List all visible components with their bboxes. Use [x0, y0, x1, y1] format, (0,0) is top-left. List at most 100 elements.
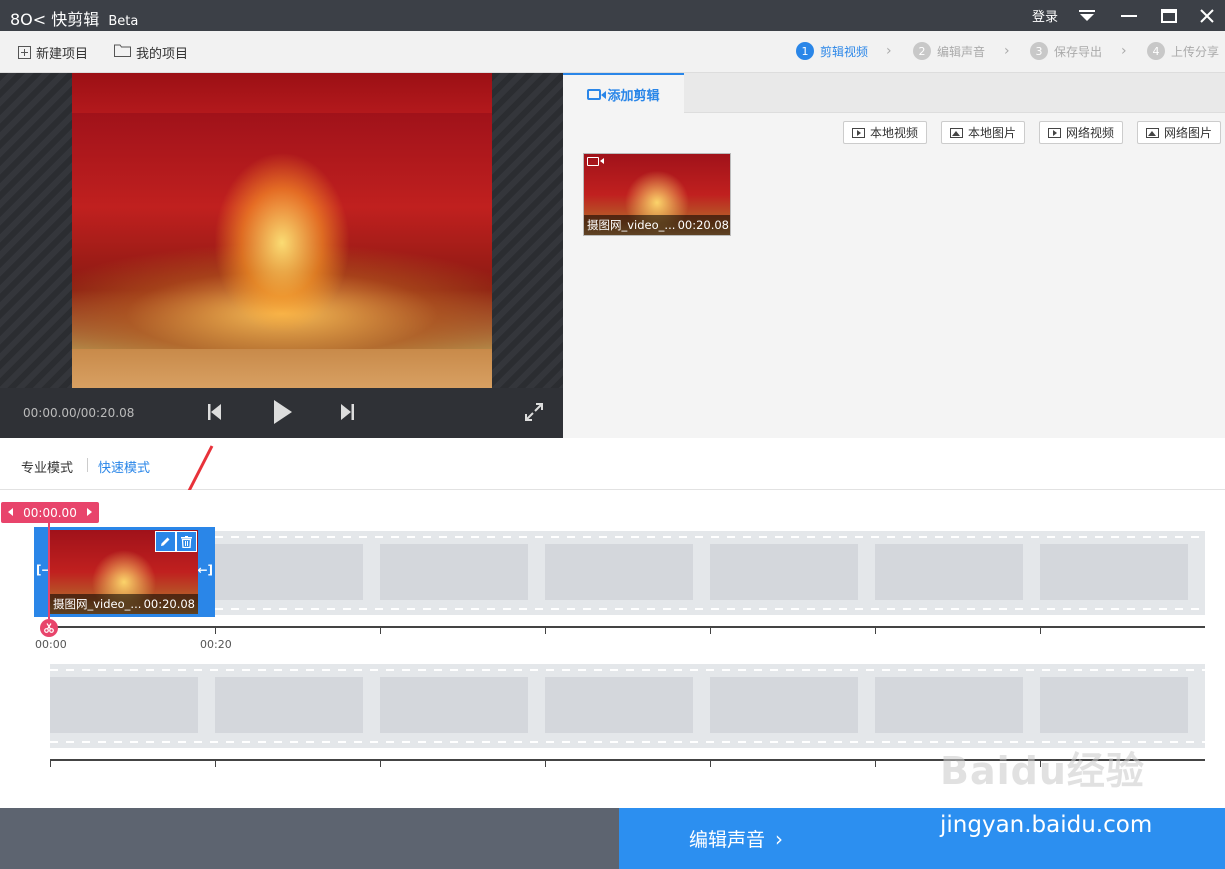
step-label: 编辑声音	[937, 44, 986, 59]
bottom-bar: 编辑声音 ›	[0, 808, 1225, 869]
step-upload-share[interactable]: 4 上传分享	[1147, 42, 1219, 60]
time-label: 00:00	[35, 638, 67, 651]
video-camera-icon	[587, 157, 604, 166]
playhead-position-badge[interactable]: 00:00.00	[1, 502, 99, 523]
login-button[interactable]: 登录	[1030, 0, 1060, 31]
step-number: 4	[1147, 42, 1165, 60]
source-label: 网络图片	[1164, 126, 1213, 140]
tab-fast-mode[interactable]: 快速模式	[98, 457, 150, 476]
brand-mark: 8O<	[10, 10, 47, 29]
clip-name: 摄图网_video_...	[587, 218, 676, 232]
step-edit-video[interactable]: 1 剪辑视频	[796, 42, 868, 60]
chevron-right-icon: ›	[1004, 43, 1010, 59]
web-video-icon	[1048, 127, 1061, 138]
empty-slot	[1040, 677, 1188, 733]
empty-slot	[545, 677, 693, 733]
clip-thumbnail[interactable]: 摄图网_video_... 00:20.08	[50, 530, 198, 614]
empty-slot	[710, 544, 858, 600]
local-video-button[interactable]: 本地视频	[843, 121, 928, 144]
tab-label: 添加剪辑	[607, 89, 660, 104]
step-label: 剪辑视频	[820, 44, 869, 59]
app-logo: 8O< 快剪辑 Beta	[10, 6, 138, 30]
beta-badge: Beta	[108, 14, 139, 29]
step-label: 保存导出	[1054, 44, 1103, 59]
chevron-right-icon: ›	[1121, 43, 1127, 59]
skip-forward-icon[interactable]	[340, 404, 354, 424]
preview-frame	[72, 73, 492, 388]
maximize-icon[interactable]	[1158, 0, 1180, 31]
step-edit-audio[interactable]: 2 编辑声音	[913, 42, 985, 60]
divider	[87, 458, 88, 472]
video-track[interactable]	[215, 531, 1205, 615]
next-step-edit-audio-button[interactable]: 编辑声音 ›	[619, 808, 1225, 869]
clip-caption: 摄图网_video_... 00:20.08	[584, 215, 730, 235]
empty-slot	[545, 544, 693, 600]
empty-slot	[215, 544, 363, 600]
step-save-export[interactable]: 3 保存导出	[1030, 42, 1102, 60]
timeline: 00:00.00 00:00 00:20 [→ ←] 摄图网_video_...…	[0, 490, 1225, 808]
fullscreen-icon[interactable]	[525, 403, 543, 425]
web-image-button[interactable]: 网络图片	[1137, 121, 1222, 144]
video-preview-panel: 00:00.00/00:20.08	[0, 73, 563, 438]
empty-slot	[875, 544, 1023, 600]
time-ruler	[50, 759, 1205, 767]
menu-dropdown-icon[interactable]	[1075, 0, 1099, 31]
image-file-icon	[950, 127, 963, 138]
my-projects-label: 我的项目	[136, 47, 189, 62]
step-number: 3	[1030, 42, 1048, 60]
step-number: 2	[913, 42, 931, 60]
trash-icon[interactable]	[176, 531, 197, 552]
time-label: 00:20	[200, 638, 232, 651]
folder-icon	[114, 44, 131, 61]
clip-duration: 00:20.08	[677, 218, 729, 232]
empty-slot	[380, 544, 528, 600]
close-icon[interactable]	[1196, 0, 1218, 31]
empty-slot	[215, 677, 363, 733]
playhead-line	[48, 523, 50, 619]
playback-timecode: 00:00.00/00:20.08	[23, 406, 135, 420]
library-clip-thumbnail[interactable]: 摄图网_video_... 00:20.08	[583, 153, 731, 236]
scissors-icon[interactable]	[40, 619, 58, 637]
clip-duration: 00:20.08	[143, 597, 195, 611]
tab-pro-mode[interactable]: 专业模式	[21, 457, 73, 476]
web-image-icon	[1146, 127, 1159, 138]
next-step-label: 编辑声音	[689, 829, 766, 851]
playhead-time: 00:00.00	[23, 505, 77, 520]
empty-slot	[380, 677, 528, 733]
empty-slot	[1040, 544, 1188, 600]
source-label: 本地图片	[968, 126, 1017, 140]
plus-square-icon	[18, 46, 31, 59]
step-label: 上传分享	[1171, 44, 1220, 59]
library-tabs: 添加剪辑	[563, 73, 1225, 114]
toolbar: 新建项目 我的项目 1 剪辑视频 › 2 编辑声音 › 3 保存导出 › 4 上…	[0, 31, 1225, 73]
my-projects-button[interactable]: 我的项目	[114, 43, 188, 62]
local-image-button[interactable]: 本地图片	[941, 121, 1026, 144]
empty-slot	[50, 677, 198, 733]
chevron-right-icon: ›	[886, 43, 892, 59]
new-project-button[interactable]: 新建项目	[18, 43, 88, 62]
nudge-left-icon[interactable]	[8, 508, 13, 516]
trim-end-handle-icon[interactable]: ←]	[197, 563, 213, 577]
tab-add-clip[interactable]: 添加剪辑	[563, 73, 684, 114]
minimize-icon[interactable]	[1118, 0, 1140, 31]
empty-slot	[875, 677, 1023, 733]
media-library-panel: 添加剪辑 本地视频 本地图片 网络视频 网络图片 摄图网_video_... 0…	[563, 73, 1225, 438]
new-project-label: 新建项目	[36, 47, 89, 62]
edit-pencil-icon[interactable]	[155, 531, 176, 552]
chevron-right-icon: ›	[775, 826, 784, 851]
video-file-icon	[852, 127, 865, 138]
web-video-button[interactable]: 网络视频	[1039, 121, 1124, 144]
clip-tools	[155, 531, 197, 552]
title-bar: 8O< 快剪辑 Beta 登录	[0, 0, 1225, 31]
empty-slot	[710, 677, 858, 733]
time-ruler	[50, 626, 1205, 634]
nudge-right-icon[interactable]	[87, 508, 92, 516]
player-controls: 00:00.00/00:20.08	[0, 388, 563, 438]
selected-clip[interactable]: [→ ←] 摄图网_video_... 00:20.08	[34, 527, 215, 617]
audio-track[interactable]	[50, 664, 1205, 748]
source-label: 本地视频	[870, 126, 919, 140]
clip-name: 摄图网_video_...	[53, 597, 142, 611]
play-icon[interactable]	[274, 400, 292, 428]
skip-back-icon[interactable]	[208, 404, 222, 424]
step-number: 1	[796, 42, 814, 60]
